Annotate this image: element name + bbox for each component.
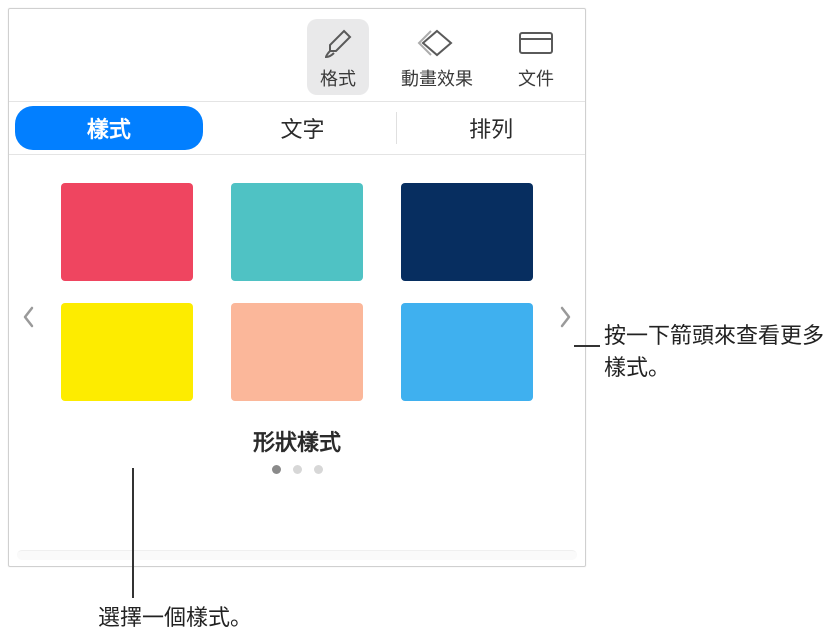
tab-arrange[interactable]: 排列 <box>397 102 585 154</box>
format-toolbar-label: 格式 <box>320 65 356 91</box>
paintbrush-icon <box>317 25 359 61</box>
prev-styles-button[interactable] <box>15 300 43 340</box>
style-swatch-grid <box>57 183 537 401</box>
tab-arrange-label: 排列 <box>469 117 513 142</box>
pager-dot[interactable] <box>293 465 302 474</box>
animate-toolbar-label: 動畫效果 <box>401 65 473 91</box>
style-swatch[interactable] <box>401 183 533 281</box>
style-swatch[interactable] <box>61 303 193 401</box>
slide-icon <box>515 25 557 61</box>
tab-text[interactable]: 文字 <box>209 102 397 154</box>
inspector-toolbar: 格式 動畫效果 文件 <box>9 9 585 101</box>
style-swatch[interactable] <box>61 183 193 281</box>
pager-dot[interactable] <box>314 465 323 474</box>
callout-connector <box>132 468 134 598</box>
tab-style[interactable]: 樣式 <box>15 106 203 150</box>
callout-select-hint: 選擇一個樣式。 <box>98 602 252 634</box>
style-swatch[interactable] <box>231 183 363 281</box>
animate-toolbar-button[interactable]: 動畫效果 <box>391 19 483 95</box>
format-toolbar-button[interactable]: 格式 <box>307 19 369 95</box>
chevron-right-icon <box>558 306 572 334</box>
callout-connector <box>574 345 600 347</box>
shape-styles-title: 形狀樣式 <box>57 425 537 457</box>
document-toolbar-label: 文件 <box>518 65 554 91</box>
document-toolbar-button[interactable]: 文件 <box>505 19 567 95</box>
style-swatch[interactable] <box>401 303 533 401</box>
horizontal-scrollbar[interactable] <box>17 550 577 560</box>
inspector-tabs: 樣式 文字 排列 <box>9 101 585 155</box>
callout-arrow-hint: 按一下箭頭來查看更多樣式。 <box>604 320 824 384</box>
diamond-icon <box>416 25 458 61</box>
chevron-left-icon <box>22 306 36 334</box>
style-pager <box>57 465 537 474</box>
pager-dot[interactable] <box>272 465 281 474</box>
style-swatch[interactable] <box>231 303 363 401</box>
style-swatch-area: 形狀樣式 <box>9 155 585 484</box>
next-styles-button[interactable] <box>551 300 579 340</box>
format-inspector-panel: 格式 動畫效果 文件 樣式 文字 <box>8 8 586 567</box>
tab-style-label: 樣式 <box>87 117 131 142</box>
tab-text-label: 文字 <box>281 117 325 142</box>
